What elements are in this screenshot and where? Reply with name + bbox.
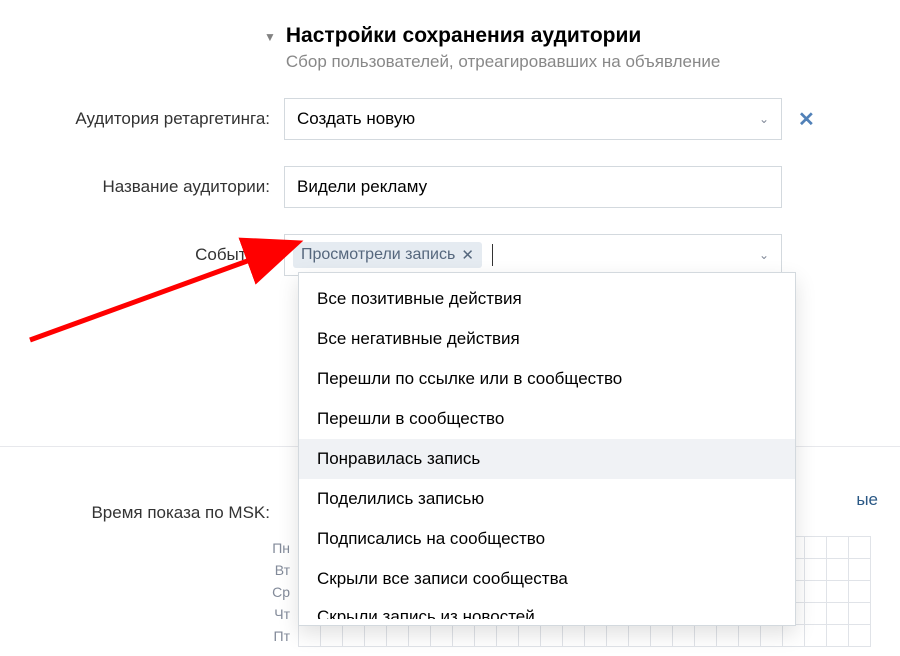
schedule-day-label: Чт xyxy=(240,606,290,622)
schedule-cell[interactable] xyxy=(387,625,409,647)
schedule-day-label: Ср xyxy=(240,584,290,600)
events-dropdown-item[interactable]: Перешли по ссылке или в сообщество xyxy=(299,359,795,399)
audience-name-value: Видели рекламу xyxy=(297,177,427,197)
chevron-down-icon: ⌄ xyxy=(759,248,769,262)
events-dropdown: Все позитивные действияВсе негативные де… xyxy=(298,272,796,626)
schedule-cell[interactable] xyxy=(805,559,827,581)
schedule-cell[interactable] xyxy=(849,625,871,647)
schedule-cell[interactable] xyxy=(761,625,783,647)
schedule-cell[interactable] xyxy=(651,625,673,647)
schedule-cell[interactable] xyxy=(805,537,827,559)
schedule-cell[interactable] xyxy=(805,581,827,603)
schedule-cell[interactable] xyxy=(827,603,849,625)
chevron-down-icon: ⌄ xyxy=(759,112,769,126)
schedule-cell[interactable] xyxy=(827,559,849,581)
events-chip-remove-icon[interactable]: ✕ xyxy=(461,246,474,264)
schedule-cell[interactable] xyxy=(453,625,475,647)
text-cursor xyxy=(492,244,493,266)
schedule-cell[interactable] xyxy=(849,537,871,559)
events-dropdown-item[interactable]: Понравилась запись xyxy=(299,439,795,479)
schedule-cell[interactable] xyxy=(343,625,365,647)
schedule-cell[interactable] xyxy=(849,603,871,625)
schedule-cell[interactable] xyxy=(827,537,849,559)
schedule-cell[interactable] xyxy=(497,625,519,647)
events-dropdown-item[interactable]: Подписались на сообщество xyxy=(299,519,795,559)
events-dropdown-item[interactable]: Все негативные действия xyxy=(299,319,795,359)
schedule-cell[interactable] xyxy=(607,625,629,647)
schedule-cell[interactable] xyxy=(299,625,321,647)
events-dropdown-item[interactable]: Поделились записью xyxy=(299,479,795,519)
section-subtitle: Сбор пользователей, отреагировавших на о… xyxy=(286,52,720,72)
remove-audience-button[interactable]: ✕ xyxy=(798,107,815,132)
schedule-cell[interactable] xyxy=(849,581,871,603)
schedule-cell[interactable] xyxy=(673,625,695,647)
schedule-cell[interactable] xyxy=(409,625,431,647)
schedule-cell[interactable] xyxy=(849,559,871,581)
retargeting-audience-label: Аудитория ретаргетинга: xyxy=(0,109,284,129)
schedule-day-label: Пн xyxy=(240,540,290,556)
schedule-cell[interactable] xyxy=(541,625,563,647)
schedule-cell[interactable] xyxy=(783,625,805,647)
weekend-link-fragment[interactable]: ые xyxy=(856,490,878,510)
audience-name-label: Название аудитории: xyxy=(0,177,284,197)
schedule-cell[interactable] xyxy=(585,625,607,647)
events-dropdown-item[interactable]: Перешли в сообщество xyxy=(299,399,795,439)
retargeting-audience-select[interactable]: Создать новую ⌄ xyxy=(284,98,782,140)
schedule-cell[interactable] xyxy=(827,581,849,603)
events-multiselect[interactable]: Просмотрели запись ✕ ⌄ xyxy=(284,234,782,276)
collapse-triangle-icon[interactable]: ▼ xyxy=(264,30,276,44)
schedule-day-label: Пт xyxy=(240,628,290,644)
retargeting-audience-value: Создать новую xyxy=(297,109,415,129)
events-label: События: xyxy=(0,245,284,265)
schedule-cell[interactable] xyxy=(321,625,343,647)
schedule-cell[interactable] xyxy=(805,603,827,625)
schedule-cell[interactable] xyxy=(563,625,585,647)
schedule-cell[interactable] xyxy=(805,625,827,647)
schedule-cell[interactable] xyxy=(717,625,739,647)
schedule-cell[interactable] xyxy=(695,625,717,647)
audience-name-input[interactable]: Видели рекламу xyxy=(284,166,782,208)
events-dropdown-item[interactable]: Все позитивные действия xyxy=(299,279,795,319)
schedule-day-row: Пт xyxy=(299,625,871,647)
schedule-cell[interactable] xyxy=(475,625,497,647)
section-title: Настройки сохранения аудитории xyxy=(286,24,720,48)
schedule-day-label: Вт xyxy=(240,562,290,578)
time-display-label: Время показа по MSK: xyxy=(0,503,284,523)
schedule-cell[interactable] xyxy=(827,625,849,647)
events-dropdown-item[interactable]: Скрыли все записи сообщества xyxy=(299,559,795,599)
schedule-cell[interactable] xyxy=(629,625,651,647)
schedule-cell[interactable] xyxy=(739,625,761,647)
schedule-cell[interactable] xyxy=(365,625,387,647)
schedule-cell[interactable] xyxy=(519,625,541,647)
events-chip: Просмотрели запись ✕ xyxy=(293,242,482,268)
events-chip-label: Просмотрели запись xyxy=(301,246,455,264)
events-dropdown-item[interactable]: Скрыли запись из новостей xyxy=(299,599,795,619)
schedule-cell[interactable] xyxy=(431,625,453,647)
